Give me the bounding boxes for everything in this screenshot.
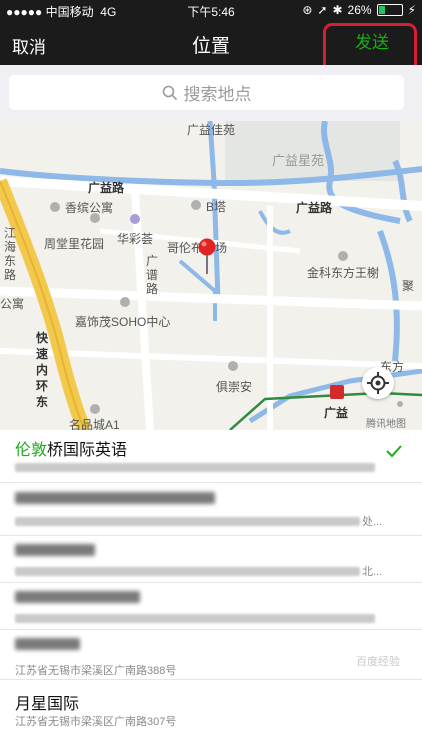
battery-icon bbox=[376, 4, 403, 16]
redacted-name bbox=[15, 544, 95, 556]
charging-icon: ⚡ bbox=[407, 3, 416, 17]
map-label: 快速内环东 bbox=[36, 331, 49, 409]
map-label: 名品城A1 bbox=[69, 418, 120, 430]
poi-address: 北... bbox=[362, 566, 383, 578]
poi-address: 江苏省无锡市梁溪区广南路388号 bbox=[15, 665, 177, 677]
map-label: 香缤公寓 bbox=[65, 201, 114, 215]
map-label: 俱崇安 bbox=[216, 380, 253, 394]
search-icon bbox=[162, 85, 177, 100]
checkmark-icon bbox=[386, 444, 402, 462]
poi-result-list: 伦敦桥国际英语 处... 北... 江苏省无锡市梁溪区广南路388号 月星国际 … bbox=[0, 430, 422, 736]
redacted-address bbox=[15, 567, 360, 576]
map-label: 广益 bbox=[324, 406, 349, 420]
poi-address: 江苏省无锡市梁溪区广南路307号 bbox=[15, 716, 177, 728]
redacted-name bbox=[15, 591, 140, 603]
map-label: 华彩荟 bbox=[117, 232, 154, 246]
redacted-address bbox=[15, 517, 360, 526]
location-pin-icon bbox=[198, 238, 216, 276]
list-item[interactable]: 月星国际 江苏省无锡市梁溪区广南路307号 bbox=[0, 680, 422, 736]
map-label: 哥伦布广场 bbox=[167, 241, 228, 255]
map-label: 广益路 bbox=[88, 181, 125, 195]
battery-percent: 26% bbox=[347, 3, 372, 17]
list-item[interactable]: 处... bbox=[0, 483, 422, 536]
map-label: 江海东路 bbox=[4, 226, 17, 282]
bluetooth-icon: ✱ bbox=[332, 3, 343, 17]
map-label: 聚 bbox=[402, 279, 415, 293]
map-label: 金科东方王榭 bbox=[307, 266, 380, 280]
map-view[interactable]: 广益佳苑 广益星苑 广益路 广益路 香缤公寓 B塔 周堂里花园 华彩荟 哥伦布广… bbox=[0, 121, 422, 430]
redacted-address bbox=[15, 463, 375, 472]
redacted-name bbox=[15, 638, 80, 650]
map-label: 嘉饰茂SOHO中心 bbox=[75, 315, 171, 329]
list-item[interactable]: 北... bbox=[0, 536, 422, 583]
status-bar: ●●●●● 中国移动 4G 下午5:46 ⊛ ➚ ✱ 26% ⚡ bbox=[0, 0, 422, 20]
map-label: 公寓 bbox=[0, 297, 25, 311]
watermark: 百度经验 bbox=[356, 656, 400, 668]
map-logo-label: 腾讯地图 bbox=[366, 419, 406, 430]
poi-name: 月星国际 bbox=[15, 696, 80, 713]
crosshair-icon bbox=[367, 372, 389, 394]
status-right: ⊛ ➚ ✱ 26% ⚡ bbox=[302, 3, 416, 17]
search-bar: 搜索地点 bbox=[0, 65, 422, 121]
map-label: B塔 bbox=[206, 200, 227, 214]
poi-name: 伦敦桥国际英语 bbox=[15, 442, 128, 459]
redacted-name bbox=[15, 492, 215, 504]
location-arrow-icon: ➚ bbox=[317, 3, 328, 17]
map-label: 广谱路 bbox=[146, 254, 159, 296]
redacted-address bbox=[15, 614, 375, 623]
map-label: 周堂里花园 bbox=[44, 237, 105, 251]
map-label: 广益路 bbox=[296, 201, 333, 215]
rotation-lock-icon: ⊛ bbox=[302, 3, 313, 17]
search-placeholder: 搜索地点 bbox=[183, 85, 252, 104]
search-input[interactable]: 搜索地点 bbox=[9, 75, 404, 110]
list-item[interactable]: 伦敦桥国际英语 bbox=[0, 430, 422, 483]
locate-me-button[interactable] bbox=[362, 367, 394, 399]
map-label: 广益星苑 bbox=[272, 153, 325, 168]
poi-address: 处... bbox=[362, 516, 383, 528]
list-item[interactable] bbox=[0, 583, 422, 630]
map-label: 广益佳苑 bbox=[187, 123, 236, 137]
